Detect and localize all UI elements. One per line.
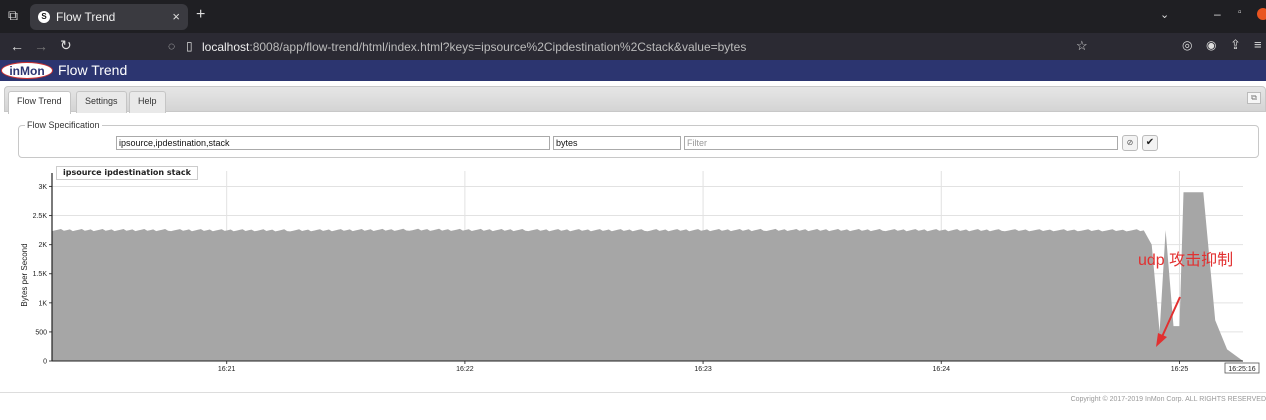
minimize-icon[interactable]: – xyxy=(1214,7,1221,21)
reload-icon[interactable]: ↻ xyxy=(60,37,72,54)
y-axis-ticks: 0 500 1K 1.5K 2K 2.5K 3K xyxy=(33,184,52,366)
new-tab-button[interactable]: + xyxy=(196,6,205,24)
y-tick-label: 3K xyxy=(38,184,47,191)
value-input[interactable] xyxy=(553,136,681,150)
x-axis-ticks: 16:21 16:22 16:23 16:24 16:25 16:25:16 xyxy=(218,361,1260,374)
close-window-icon[interactable] xyxy=(1257,8,1266,20)
x-tick-label: 16:24 xyxy=(933,366,951,373)
y-tick-label: 500 xyxy=(35,329,47,336)
tab-title: Flow Trend xyxy=(56,10,116,24)
browser-tab-bar: ⧉ S Flow Trend × + ⌄ – ▫ xyxy=(0,0,1266,33)
inmon-logo: inMon xyxy=(1,62,53,79)
tab-list-icon[interactable]: ⌄ xyxy=(1160,8,1169,21)
tab-flow-trend[interactable]: Flow Trend xyxy=(8,91,71,114)
chart-legend: ipsource ipdestination stack xyxy=(56,166,198,180)
tab-close-icon[interactable]: × xyxy=(172,9,180,24)
y-tick-label: 1K xyxy=(38,300,47,307)
url-text: localhost:8008/app/flow-trend/html/index… xyxy=(202,40,747,54)
app-title: Flow Trend xyxy=(58,62,128,78)
x-tick-label: 16:25 xyxy=(1171,366,1189,373)
app-header: inMon Flow Trend xyxy=(0,60,1266,81)
x-tick-label: 16:21 xyxy=(218,366,236,373)
submit-button[interactable]: ✔ xyxy=(1142,135,1158,151)
footer-divider xyxy=(0,392,1266,393)
back-icon[interactable]: ← xyxy=(10,38,24,54)
flow-trend-chart: 05001K1.5K2K2.5K3K 16:21 16:22 16:23 16:24 1… xyxy=(20,171,1260,374)
popout-icon[interactable]: ⧉ xyxy=(1247,92,1261,104)
y-axis-label: Bytes per Second xyxy=(20,243,29,306)
navigation-bar: ← → ↻ ◌ ▯ localhost:8008/app/flow-trend/… xyxy=(0,33,1266,60)
copyright-text: Copyright © 2017-2019 InMon Corp. ALL RI… xyxy=(1070,396,1266,403)
y-tick-label: 0 xyxy=(43,359,47,366)
keys-input[interactable] xyxy=(116,136,550,150)
x-tick-label: 16:22 xyxy=(456,366,474,373)
extensions-icon[interactable]: ⇪ xyxy=(1230,37,1241,53)
y-tick-label: 2.5K xyxy=(33,213,48,220)
flow-specification: Flow Specification ⊘ ✔ xyxy=(18,120,1259,158)
browser-tab[interactable]: S Flow Trend × xyxy=(30,4,188,30)
page-icon: ▯ xyxy=(186,39,193,53)
traffic-area-series xyxy=(52,192,1243,361)
app-tab-strip: Flow Trend Settings Help ⧉ xyxy=(4,86,1266,114)
bookmark-star-icon[interactable]: ☆ xyxy=(1076,38,1088,54)
shield-icon: ◌ xyxy=(168,39,176,53)
forward-icon[interactable]: → xyxy=(34,38,48,54)
x-tick-label: 16:23 xyxy=(694,366,712,373)
annotation-text: udp 攻击抑制 xyxy=(1138,252,1234,269)
y-tick-label: 1.5K xyxy=(33,271,48,278)
flow-specification-legend: Flow Specification xyxy=(25,120,102,130)
tab-favicon-icon: S xyxy=(38,11,50,23)
x-end-label: 16:25:16 xyxy=(1228,366,1255,373)
address-bar[interactable]: ◌ ▯ localhost:8008/app/flow-trend/html/i… xyxy=(160,36,1095,57)
maximize-icon[interactable]: ▫ xyxy=(1238,7,1242,18)
y-tick-label: 2K xyxy=(38,242,47,249)
tab-help[interactable]: Help xyxy=(129,91,166,113)
account-icon[interactable]: ◉ xyxy=(1206,38,1216,52)
filter-input[interactable] xyxy=(684,136,1118,150)
menu-icon[interactable]: ≡ xyxy=(1254,37,1262,52)
tab-settings[interactable]: Settings xyxy=(76,91,127,113)
clear-button[interactable]: ⊘ xyxy=(1122,135,1138,151)
window-menu-icon[interactable]: ⧉ xyxy=(8,7,18,24)
pocket-icon[interactable]: ◎ xyxy=(1182,38,1192,52)
